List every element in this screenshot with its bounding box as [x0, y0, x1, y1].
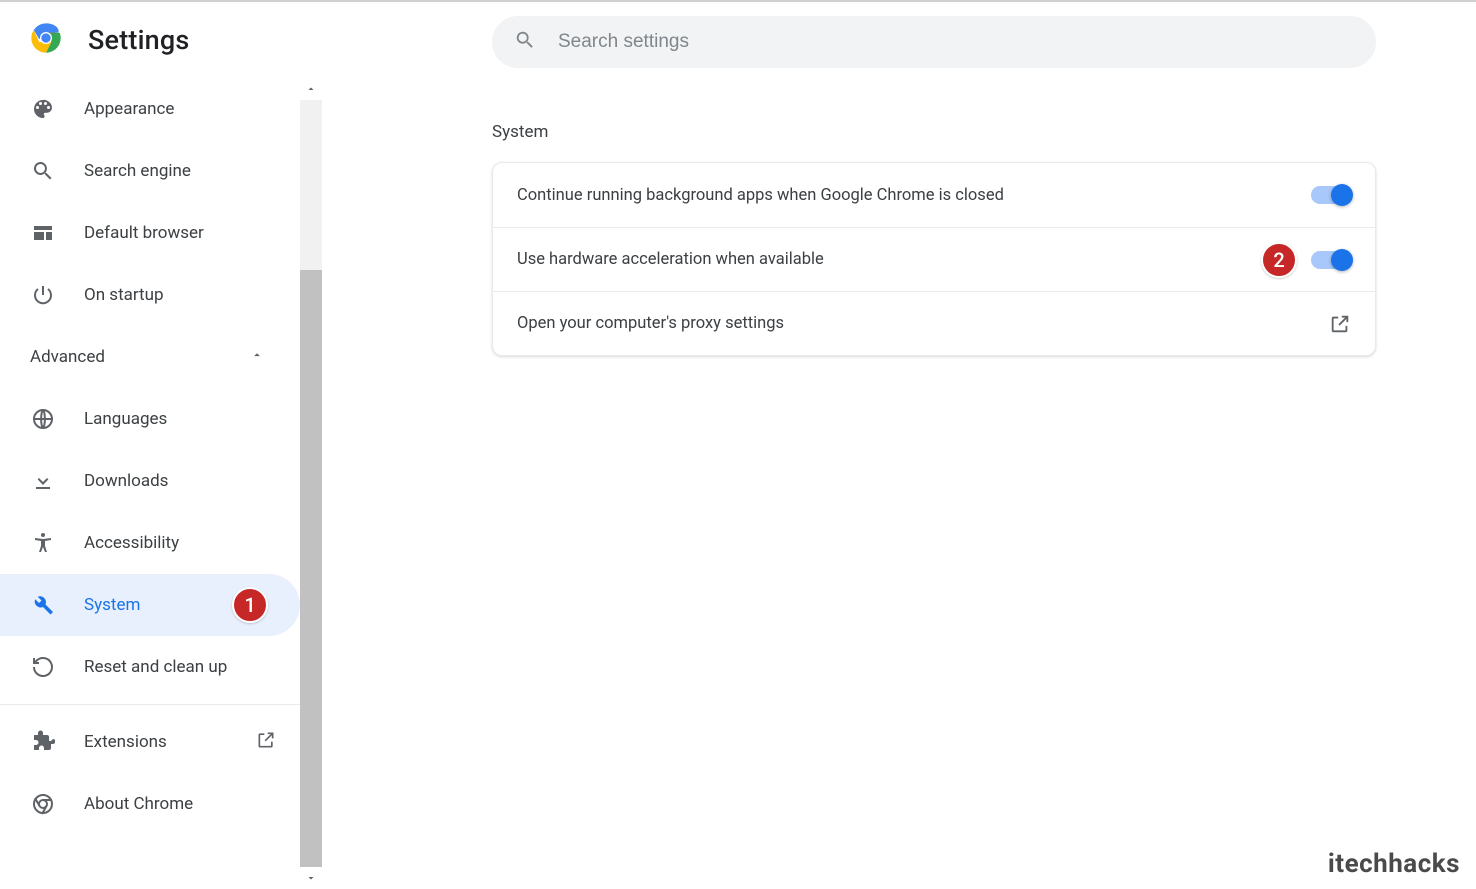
toggle-hw-accel[interactable] [1311, 251, 1351, 269]
accessibility-icon [30, 530, 56, 556]
sidebar-item-about[interactable]: About Chrome [0, 773, 300, 835]
sidebar-section-label: Advanced [30, 347, 105, 367]
globe-icon [30, 406, 56, 432]
row-hw-accel[interactable]: Use hardware acceleration when available… [493, 227, 1375, 291]
sidebar-item-accessibility[interactable]: Accessibility [0, 512, 300, 574]
sidebar-item-label: Appearance [84, 99, 174, 119]
sidebar-scrollbar[interactable] [300, 78, 322, 889]
chevron-up-icon [250, 347, 264, 367]
sidebar-item-label: Languages [84, 409, 167, 429]
external-link-icon [256, 730, 276, 755]
sidebar-section-advanced[interactable]: Advanced [0, 326, 300, 388]
scroll-up-icon[interactable] [300, 78, 322, 100]
sidebar-scroll: Appearance Search engine Default browser [0, 78, 322, 889]
sidebar-item-label: Extensions [84, 732, 167, 752]
watermark: itechhacks [1328, 849, 1460, 879]
sidebar-item-label: System [84, 595, 140, 615]
chrome-logo-svg [30, 22, 62, 54]
sidebar-item-label: Accessibility [84, 533, 179, 553]
power-icon [30, 282, 56, 308]
page-title: Settings [88, 24, 190, 56]
row-bg-apps[interactable]: Continue running background apps when Go… [493, 163, 1375, 227]
search-input[interactable] [558, 31, 1370, 53]
palette-icon [30, 96, 56, 122]
row-proxy[interactable]: Open your computer's proxy settings [493, 291, 1375, 355]
toggle-knob [1331, 184, 1353, 206]
sidebar-item-label: About Chrome [84, 794, 193, 814]
sidebar-item-label: Search engine [84, 161, 191, 181]
search-bar[interactable] [492, 16, 1376, 68]
search-icon [30, 158, 56, 184]
section-title: System [492, 122, 1388, 142]
sidebar-item-on-startup[interactable]: On startup [0, 264, 300, 326]
nav-list: Appearance Search engine Default browser [0, 78, 300, 835]
main-content: System Continue running background apps … [322, 2, 1476, 889]
scrollbar-thumb[interactable] [300, 270, 322, 867]
scroll-down-icon[interactable] [300, 867, 322, 889]
sidebar: Settings Appearance Search engine [0, 2, 322, 889]
puzzle-icon [30, 729, 56, 755]
settings-card: Continue running background apps when Go… [492, 162, 1376, 356]
external-link-icon [1329, 313, 1351, 335]
sidebar-item-downloads[interactable]: Downloads [0, 450, 300, 512]
toggle-knob [1331, 249, 1353, 271]
sidebar-item-extensions[interactable]: Extensions [0, 711, 300, 773]
download-icon [30, 468, 56, 494]
sidebar-item-search-engine[interactable]: Search engine [0, 140, 300, 202]
browser-icon [30, 220, 56, 246]
scrollbar-track[interactable] [300, 100, 322, 867]
restore-icon [30, 654, 56, 680]
sidebar-item-label: Reset and clean up [84, 657, 227, 677]
sidebar-item-reset[interactable]: Reset and clean up [0, 636, 300, 698]
sidebar-item-label: Default browser [84, 223, 204, 243]
row-label: Open your computer's proxy settings [517, 314, 1329, 333]
sidebar-item-system[interactable]: System 1 [0, 574, 300, 636]
sidebar-item-default-browser[interactable]: Default browser [0, 202, 300, 264]
annotation-badge-1: 1 [232, 587, 268, 623]
annotation-badge-2: 2 [1261, 242, 1297, 278]
sidebar-item-languages[interactable]: Languages [0, 388, 300, 450]
sidebar-item-appearance[interactable]: Appearance [0, 78, 300, 140]
sidebar-item-label: Downloads [84, 471, 168, 491]
wrench-icon [30, 592, 56, 618]
toggle-bg-apps[interactable] [1311, 186, 1351, 204]
sidebar-header: Settings [0, 2, 322, 78]
sidebar-divider [0, 704, 300, 705]
row-label: Continue running background apps when Go… [517, 186, 1311, 205]
row-label: Use hardware acceleration when available [517, 250, 1261, 269]
chrome-outline-icon [30, 791, 56, 817]
sidebar-item-label: On startup [84, 285, 164, 305]
search-icon [514, 29, 536, 55]
chrome-logo-icon [30, 22, 62, 58]
